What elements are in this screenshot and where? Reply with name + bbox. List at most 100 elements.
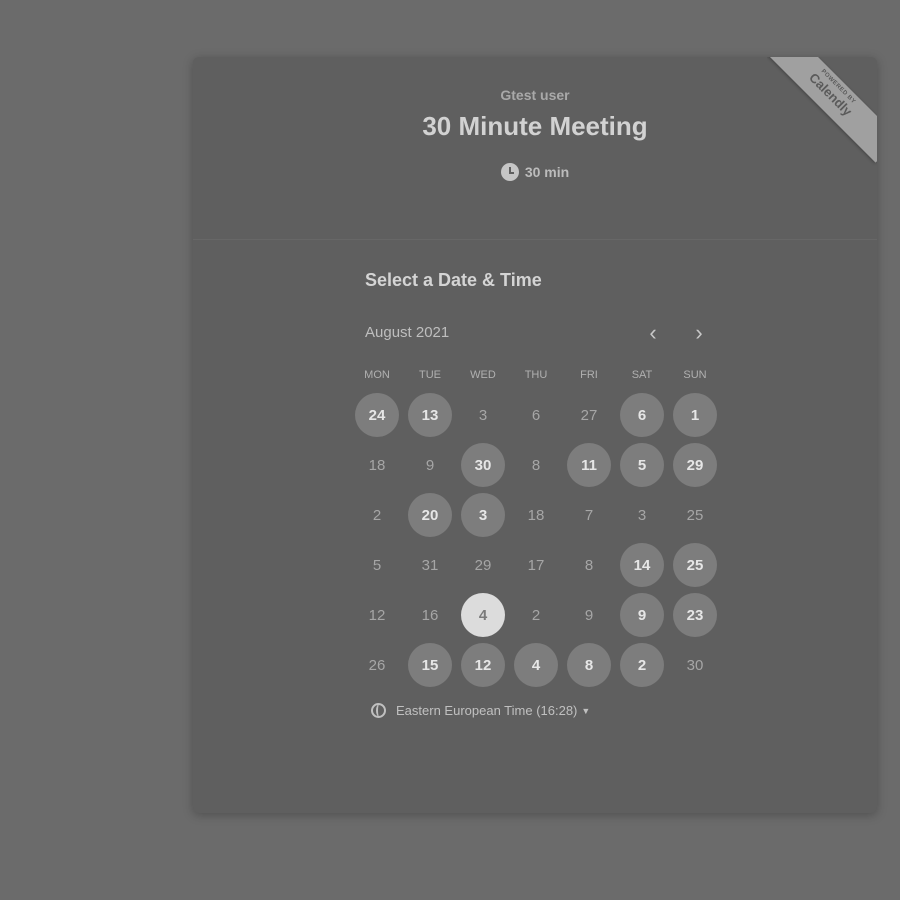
month-navigation: August 2021 ‹ › [365,322,715,346]
timezone-label: Eastern European Time (16:28) [396,703,578,718]
unavailable-date: 18 [368,456,386,474]
available-date-button[interactable]: 15 [408,643,452,687]
next-month-button[interactable]: › [687,322,711,346]
available-date-button[interactable]: 1 [673,393,717,437]
calendar-cell: 30 [457,440,509,490]
available-date-button[interactable]: 14 [620,543,664,587]
calendar-cell: 13 [404,390,456,440]
calendar-cell: 14 [616,540,668,590]
available-date-button[interactable]: 9 [620,593,664,637]
unavailable-date: 2 [372,506,382,524]
duration-label: 30 min [524,164,570,180]
weekday-label: TUE [419,369,441,381]
section-title: Select a Date & Time [365,270,542,290]
calendar-cell: 20 [404,490,456,540]
clock-icon [500,163,519,181]
calendly-badge[interactable]: POWERED BY Calendly [767,57,877,163]
globe-icon [371,703,386,718]
timezone-selector[interactable]: Eastern European Time (16:28) ▼ [371,703,590,718]
weekday-label: THU [524,369,548,381]
available-date-button[interactable]: 30 [461,443,505,487]
available-date-button[interactable]: 11 [567,443,611,487]
available-date-button[interactable]: 12 [461,643,505,687]
scheduling-card: Gtest user 30 Minute Meeting 30 min POWE… [193,57,877,813]
unavailable-date: 6 [531,406,541,424]
unavailable-date: 9 [425,456,435,474]
unavailable-date: 3 [637,506,647,524]
calendar-cell: 11 [563,440,615,490]
available-date-button[interactable]: 20 [408,493,452,537]
available-date-button[interactable]: 3 [461,493,505,537]
unavailable-date: 12 [368,606,386,624]
calendar-cell: 23 [669,590,721,640]
unavailable-date: 31 [421,556,439,574]
calendar-cell: 3 [457,390,509,440]
available-date-button[interactable]: 29 [673,443,717,487]
unavailable-date: 2 [531,606,541,624]
calendar-cell: 8 [563,540,615,590]
weekday-label: SUN [683,369,707,381]
calendar-cell: 25 [669,540,721,590]
calendar-cell: 3 [616,490,668,540]
calendar-cell: 6 [616,390,668,440]
calendar-cell: 17 [510,540,562,590]
calendar-cell: 7 [563,490,615,540]
calendar-cell: 12 [351,590,403,640]
available-date-button[interactable]: 8 [567,643,611,687]
unavailable-date: 7 [584,506,594,524]
chevron-down-icon: ▼ [581,705,591,716]
available-date-button[interactable]: 2 [620,643,664,687]
powered-by-ribbon[interactable]: POWERED BY Calendly [767,57,877,167]
available-date-button[interactable]: 24 [355,393,399,437]
unavailable-date: 16 [421,606,439,624]
month-label: August 2021 [365,324,450,341]
calendar-cell: 9 [563,590,615,640]
available-date-button[interactable]: 25 [673,543,717,587]
unavailable-date: 30 [686,656,704,674]
calendar-cell: 4 [457,590,509,640]
calendar-cell: 24 [351,390,403,440]
calendar-cell: 2 [351,490,403,540]
unavailable-date: 26 [368,656,386,674]
calendar-cell: 15 [404,640,456,690]
unavailable-date: 3 [478,406,488,424]
calendar-cell: 9 [404,440,456,490]
available-date-button[interactable]: 6 [620,393,664,437]
unavailable-date: 27 [580,406,598,424]
previous-month-button[interactable]: ‹ [641,322,665,346]
calendar-cell: 3 [457,490,509,540]
weekday-label: MON [364,369,390,381]
available-date-button[interactable]: 13 [408,393,452,437]
unavailable-date: 18 [527,506,545,524]
available-date-button[interactable]: 4 [514,643,558,687]
calendar-cell: 27 [563,390,615,440]
calendar-cell: 18 [351,440,403,490]
calendar-cell: 8 [510,440,562,490]
calendar-cell: 9 [616,590,668,640]
calendar-cell: 29 [669,440,721,490]
weekday-label: SAT [631,369,653,381]
calendar-cell: 25 [669,490,721,540]
unavailable-date: 8 [584,556,594,574]
unavailable-date: 8 [531,456,541,474]
calendar-cell: 30 [669,640,721,690]
unavailable-date: 9 [584,606,594,624]
calendar-cell: 1 [669,390,721,440]
selected-date-button[interactable]: 4 [461,593,505,637]
calendar-cell: 31 [404,540,456,590]
calendar-cell: 29 [457,540,509,590]
weekday-label: FRI [580,369,598,381]
available-date-button[interactable]: 5 [620,443,664,487]
unavailable-date: 5 [372,556,382,574]
weekday-header: MON TUE WED THU FRI SAT SUN [351,369,723,381]
calendar-cell: 16 [404,590,456,640]
unavailable-date: 29 [474,556,492,574]
calendar-cell: 2 [616,640,668,690]
calendar-cell: 12 [457,640,509,690]
calendar-cell: 2 [510,590,562,640]
calendar-grid: 24 13 3 6 27 6 1 18 9 30 8 11 5 29 2 20 3 18 7 3 25 5 31 29 17 8 1… [351,390,723,690]
available-date-button[interactable]: 23 [673,593,717,637]
calendar-cell: 8 [563,640,615,690]
calendar-cell: 5 [351,540,403,590]
calendar-cell: 6 [510,390,562,440]
